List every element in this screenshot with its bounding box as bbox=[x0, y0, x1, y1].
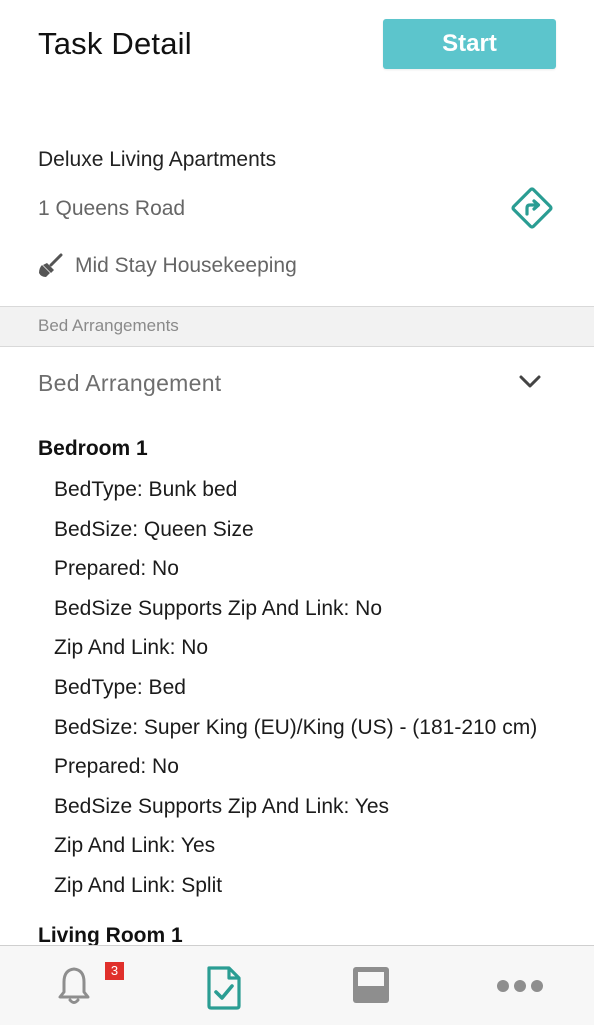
task-type-label: Mid Stay Housekeeping bbox=[75, 254, 297, 277]
directions-icon[interactable] bbox=[509, 185, 555, 231]
tab-tasks[interactable] bbox=[148, 946, 296, 1025]
list-item: BedSize: Super King (EU)/King (US) - (18… bbox=[54, 715, 538, 739]
start-button[interactable]: Start bbox=[383, 19, 556, 69]
bed-arrangement-accordion[interactable]: Bed Arrangement bbox=[0, 346, 594, 422]
list-item: Prepared: No bbox=[54, 755, 179, 779]
more-dots-icon bbox=[497, 980, 543, 992]
page-title: Task Detail bbox=[38, 26, 192, 61]
tab-bar: 3 bbox=[0, 945, 594, 1025]
bell-icon bbox=[58, 967, 90, 1004]
room-title-bedroom-1: Bedroom 1 bbox=[38, 437, 148, 460]
task-checklist-icon bbox=[207, 966, 241, 1010]
list-item: Zip And Link: No bbox=[54, 636, 209, 660]
broom-icon bbox=[38, 253, 64, 279]
notification-badge: 3 bbox=[105, 962, 124, 980]
inbox-icon bbox=[353, 967, 389, 1003]
list-item: Prepared: No bbox=[54, 557, 179, 581]
list-item: BedSize Supports Zip And Link: Yes bbox=[54, 794, 390, 818]
section-header: Bed Arrangements bbox=[0, 306, 594, 347]
tab-notifications[interactable]: 3 bbox=[0, 946, 148, 1025]
list-item: Zip And Link: Yes bbox=[54, 834, 216, 858]
list-item: BedType: Bunk bed bbox=[54, 478, 238, 501]
section-label: Bed Arrangements bbox=[38, 316, 179, 335]
property-name: Deluxe Living Apartments bbox=[38, 148, 277, 171]
bed-details-list: BedType: Bunk bed BedSize: Queen Size Pr… bbox=[54, 470, 574, 906]
task-type: Mid Stay Housekeeping bbox=[38, 253, 297, 279]
list-item: BedSize: Queen Size bbox=[54, 517, 254, 541]
tab-more[interactable] bbox=[444, 946, 592, 1025]
list-item: BedType: Bed bbox=[54, 675, 186, 699]
chevron-down-icon bbox=[519, 375, 541, 388]
list-item: BedSize Supports Zip And Link: No bbox=[54, 596, 383, 620]
list-item: Zip And Link: Split bbox=[54, 873, 223, 897]
header: Task Detail Start bbox=[0, 0, 594, 100]
property-address: 1 Queens Road bbox=[38, 197, 186, 220]
tab-inbox[interactable] bbox=[296, 946, 444, 1025]
accordion-label: Bed Arrangement bbox=[38, 370, 222, 396]
